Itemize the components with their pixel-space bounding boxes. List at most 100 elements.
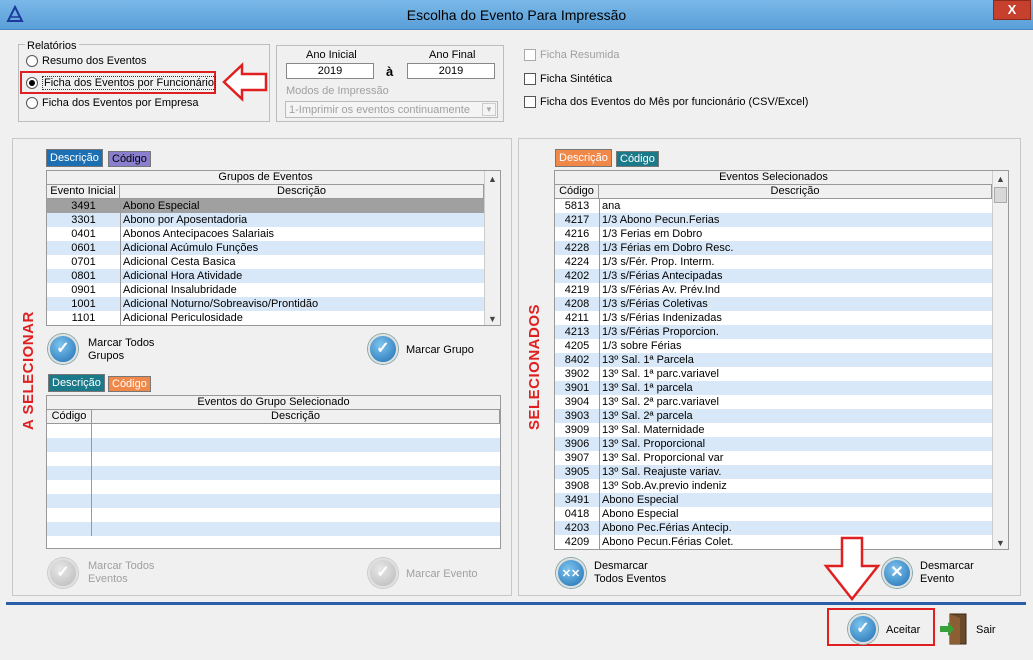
table-row[interactable]: 4209 Abono Pecun.Férias Colet. [555, 535, 992, 549]
tab-codigo-right[interactable]: Código [616, 151, 659, 167]
col-codigo[interactable]: Código [555, 185, 599, 198]
table-row[interactable]: 0601 Adicional Acúmulo Funções [47, 241, 484, 255]
table-row[interactable]: 3902 13º Sal. 1ª parc.variavel [555, 367, 992, 381]
table-row[interactable]: 3906 13º Sal. Proporcional [555, 437, 992, 451]
tab-descricao-2[interactable]: Descrição [48, 374, 105, 392]
table-row[interactable]: 4219 1/3 s/Férias Av. Prév.Ind [555, 283, 992, 297]
table-row[interactable]: 1101 Adicional Periculosidade [47, 311, 484, 325]
radio-ficha-empresa[interactable]: Ficha dos Eventos por Empresa [26, 97, 199, 109]
marcar-evento-label[interactable]: Marcar Evento [406, 568, 478, 580]
table-row[interactable]: 4202 1/3 s/Férias Antecipadas [555, 269, 992, 283]
table-row[interactable]: 4203 Abono Pec.Férias Antecip. [555, 521, 992, 535]
table-row[interactable]: 0401 Abonos Antecipacoes Salariais [47, 227, 484, 241]
table-row[interactable]: 3903 13º Sal. 2ª parcela [555, 409, 992, 423]
col-descricao[interactable]: Descrição [120, 185, 484, 198]
scroll-up-icon[interactable]: ▲ [485, 171, 500, 187]
close-button[interactable]: X [993, 0, 1031, 20]
desmarcar-todos-label[interactable]: Desmarcar Todos Eventos [594, 560, 674, 586]
col-descricao[interactable]: Descrição [599, 185, 992, 198]
col-codigo[interactable]: Código [47, 410, 92, 423]
table-row[interactable] [47, 438, 500, 452]
table-row[interactable]: 4205 1/3 sobre Férias [555, 339, 992, 353]
marcar-evento-button[interactable]: ✓ [368, 558, 398, 588]
checkbox-indicator[interactable] [524, 49, 536, 61]
marcar-todos-eventos-label[interactable]: Marcar Todos Eventos [88, 560, 160, 586]
table-row[interactable]: 1001 Adicional Noturno/Sobreaviso/Prontid… [47, 297, 484, 311]
marcar-grupo-label[interactable]: Marcar Grupo [406, 344, 474, 356]
chevron-down-icon[interactable]: ▼ [482, 103, 496, 116]
table-row[interactable]: 4211 1/3 s/Férias Indenizadas [555, 311, 992, 325]
scrollbar[interactable]: ▲ ▼ [484, 171, 500, 325]
selecionados-label: SELECIONADOS [526, 303, 543, 430]
table-row[interactable]: 5813 ana [555, 199, 992, 213]
table-row[interactable]: 0418 Abono Especial [555, 507, 992, 521]
radio-resumo-eventos[interactable]: Resumo dos Eventos [26, 55, 147, 67]
desmarcar-todos-button[interactable]: ✕✕ [556, 558, 586, 588]
tab-descricao[interactable]: Descrição [46, 149, 103, 167]
table-row[interactable]: 8402 13º Sal. 1ª Parcela [555, 353, 992, 367]
table-row[interactable] [47, 452, 500, 466]
table-row[interactable] [47, 508, 500, 522]
check-ficha-sintetica[interactable]: Ficha Sintética [524, 73, 612, 85]
radio-ficha-funcionario[interactable]: Ficha dos Eventos por Funcionário [26, 76, 216, 90]
table-row[interactable]: 0901 Adicional Insalubridade [47, 283, 484, 297]
table-row[interactable] [47, 522, 500, 536]
radio-indicator-selected[interactable] [26, 77, 38, 89]
desmarcar-evento-label[interactable]: Desmarcar Evento [920, 560, 980, 586]
table-row[interactable]: 4216 1/3 Ferias em Dobro [555, 227, 992, 241]
table-row[interactable] [47, 494, 500, 508]
table-row[interactable]: 3901 13º Sal. 1ª parcela [555, 381, 992, 395]
modos-impressao-select[interactable]: 1-Imprimir os eventos continuamente ▼ [285, 101, 498, 118]
ano-inicial-input[interactable]: 2019 [286, 63, 374, 79]
table-row[interactable]: 0701 Adicional Cesta Basica [47, 255, 484, 269]
table-row[interactable]: 4224 1/3 s/Fér. Prop. Interm. [555, 255, 992, 269]
marcar-todos-eventos-button[interactable]: ✓ [48, 558, 78, 588]
table-row[interactable]: 3907 13º Sal. Proporcional var [555, 451, 992, 465]
scroll-down-icon[interactable]: ▼ [485, 311, 500, 325]
eventos-grupo-grid[interactable]: Eventos do Grupo Selecionado Código Desc… [46, 395, 501, 549]
table-row[interactable]: 3909 13º Sal. Maternidade [555, 423, 992, 437]
scroll-thumb[interactable] [994, 187, 1007, 203]
grid-body: 3491 Abono Especial 3301 Abono por Aposenta… [47, 199, 484, 325]
check-ficha-resumida[interactable]: Ficha Resumida [524, 49, 619, 61]
table-row[interactable]: 3491 Abono Especial [555, 493, 992, 507]
table-row[interactable] [47, 466, 500, 480]
marcar-todos-grupos-label[interactable]: Marcar Todos Grupos [88, 337, 160, 363]
table-row[interactable]: 3904 13º Sal. 2ª parc.variavel [555, 395, 992, 409]
table-row[interactable]: 4213 1/3 s/Férias Proporcion. [555, 325, 992, 339]
table-row[interactable]: 3905 13º Sal. Reajuste variav. [555, 465, 992, 479]
checkbox-indicator[interactable] [524, 96, 536, 108]
tab-codigo[interactable]: Código [108, 151, 151, 167]
sair-label[interactable]: Sair [976, 624, 996, 636]
grupos-eventos-grid[interactable]: Grupos de Eventos Evento Inicial Descriç… [46, 170, 501, 326]
scroll-down-icon[interactable]: ▼ [993, 535, 1008, 549]
table-row[interactable]: 3491 Abono Especial [47, 199, 484, 213]
marcar-todos-grupos-button[interactable]: ✓ [48, 334, 78, 364]
marcar-grupo-button[interactable]: ✓ [368, 334, 398, 364]
col-descricao[interactable]: Descrição [92, 410, 500, 423]
table-row[interactable]: 4228 1/3 Férias em Dobro Resc. [555, 241, 992, 255]
checkbox-indicator[interactable] [524, 73, 536, 85]
table-row[interactable] [47, 480, 500, 494]
aceitar-button[interactable]: ✓ [848, 614, 878, 644]
check-ficha-mes-csv[interactable]: Ficha dos Eventos do Mês por funcionário… [524, 96, 808, 108]
scroll-up-icon[interactable]: ▲ [993, 171, 1008, 187]
desmarcar-evento-button[interactable]: ✕ [882, 558, 912, 588]
table-row[interactable]: 0801 Adicional Hora Atividade [47, 269, 484, 283]
exit-door-icon[interactable] [938, 612, 970, 646]
table-row[interactable]: 4217 1/3 Abono Pecun.Ferias [555, 213, 992, 227]
cell-evento-inicial: 0801 [71, 270, 96, 282]
scrollbar[interactable]: ▲ ▼ [992, 171, 1008, 549]
eventos-selecionados-grid[interactable]: Eventos Selecionados Código Descrição 58… [554, 170, 1009, 550]
ano-final-input[interactable]: 2019 [407, 63, 495, 79]
radio-indicator[interactable] [26, 55, 38, 67]
table-row[interactable] [47, 424, 500, 438]
table-row[interactable]: 4208 1/3 s/Férias Coletivas [555, 297, 992, 311]
table-row[interactable]: 3301 Abono por Aposentadoria [47, 213, 484, 227]
aceitar-label[interactable]: Aceitar [886, 624, 920, 636]
table-row[interactable]: 3908 13º Sob.Av.previo indeniz [555, 479, 992, 493]
col-evento-inicial[interactable]: Evento Inicial [47, 185, 120, 198]
tab-descricao-right[interactable]: Descrição [555, 149, 612, 167]
radio-indicator[interactable] [26, 97, 38, 109]
tab-codigo-2[interactable]: Código [108, 376, 151, 392]
